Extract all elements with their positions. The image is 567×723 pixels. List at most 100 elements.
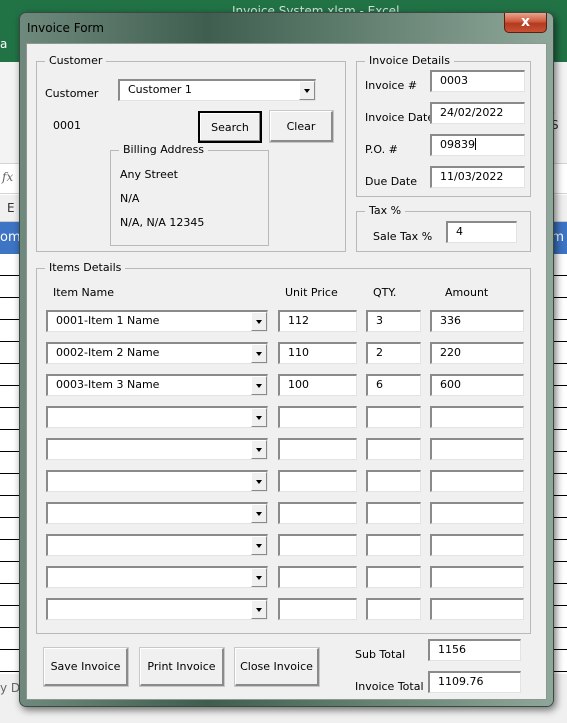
print-invoice-button[interactable]: Print Invoice (139, 647, 225, 687)
amount-input[interactable] (430, 534, 524, 556)
form-body: Customer Customer Customer 1 0001 Search… (26, 43, 547, 700)
amount-input[interactable] (430, 406, 524, 428)
chevron-down-icon[interactable] (251, 408, 267, 427)
chevron-down-icon[interactable] (299, 81, 315, 100)
clear-button[interactable]: Clear (269, 110, 334, 143)
amount-input[interactable]: 220 (430, 342, 524, 364)
item-name-header: Item Name (53, 286, 114, 299)
sheet-tab-fragment[interactable]: y D (0, 681, 20, 695)
amount-input[interactable] (430, 470, 524, 492)
invoice-date-label: Invoice Date (365, 111, 435, 124)
customer-select[interactable]: Customer 1 (118, 79, 316, 101)
billing-address-legend: Billing Address (119, 143, 209, 156)
chevron-down-icon[interactable] (251, 472, 267, 491)
chevron-down-icon[interactable] (251, 504, 267, 523)
qty-input[interactable]: 6 (366, 374, 421, 396)
sale-tax-input[interactable]: 4 (446, 221, 517, 243)
item-name-select[interactable] (46, 566, 268, 588)
unit-price-input[interactable]: 112 (278, 310, 357, 332)
chevron-down-icon[interactable] (251, 376, 267, 395)
unit-price-input[interactable] (278, 534, 357, 556)
item-name-value: 0001-Item 1 Name (56, 314, 160, 327)
item-name-select[interactable] (46, 406, 268, 428)
column-header-e[interactable]: E (7, 201, 15, 215)
qty-input[interactable]: 2 (366, 342, 421, 364)
chevron-down-icon[interactable] (251, 344, 267, 363)
amount-input[interactable] (430, 566, 524, 588)
unit-price-input[interactable] (278, 438, 357, 460)
due-date-input[interactable]: 11/03/2022 (430, 166, 525, 188)
invoice-total-field[interactable]: 1109.76 (428, 671, 521, 693)
customer-label: Customer (45, 87, 99, 100)
qty-input[interactable]: 3 (366, 310, 421, 332)
qty-input[interactable] (366, 438, 421, 460)
qty-input[interactable] (366, 598, 421, 620)
search-button[interactable]: Search (198, 111, 262, 143)
amount-input[interactable] (430, 598, 524, 620)
qty-input[interactable] (366, 566, 421, 588)
item-name-select[interactable] (46, 534, 268, 556)
po-number-label: P.O. # (365, 143, 398, 156)
po-number-value: 09839 (440, 138, 475, 151)
billing-line-1: Any Street (120, 168, 178, 181)
formula-fx-icon[interactable]: fx (2, 170, 13, 184)
unit-price-input[interactable] (278, 566, 357, 588)
qty-input[interactable] (366, 406, 421, 428)
qty-input[interactable] (366, 534, 421, 556)
customer-frame: Customer Customer Customer 1 0001 Search… (36, 54, 346, 252)
qty-input[interactable] (366, 502, 421, 524)
save-invoice-label: Save Invoice (50, 660, 121, 673)
amount-input[interactable]: 336 (430, 310, 524, 332)
unit-price-input[interactable] (278, 470, 357, 492)
chevron-down-icon[interactable] (251, 600, 267, 619)
excel-ribbon-tab-fragment[interactable]: a (0, 37, 7, 51)
close-window-button[interactable]: x (504, 13, 547, 33)
item-name-select[interactable]: 0002-Item 2 Name (46, 342, 268, 364)
item-name-select[interactable] (46, 470, 268, 492)
item-name-select[interactable]: 0003-Item 3 Name (46, 374, 268, 396)
subtotal-label: Sub Total (355, 648, 406, 661)
unit-price-input[interactable]: 110 (278, 342, 357, 364)
chevron-down-icon[interactable] (251, 440, 267, 459)
unit-price-input[interactable]: 100 (278, 374, 357, 396)
invoice-details-legend: Invoice Details (365, 54, 454, 67)
items-details-frame: Items Details Item Name Unit Price QTY. … (36, 261, 531, 634)
amount-input[interactable] (430, 502, 524, 524)
window-title: Invoice Form (27, 21, 104, 35)
unit-price-header: Unit Price (285, 286, 338, 299)
subtotal-field[interactable]: 1156 (428, 639, 521, 661)
unit-price-input[interactable] (278, 598, 357, 620)
amount-input[interactable] (430, 438, 524, 460)
qty-header: QTY. (373, 286, 397, 299)
unit-price-input[interactable] (278, 406, 357, 428)
item-name-select[interactable]: 0001-Item 1 Name (46, 310, 268, 332)
sale-tax-label: Sale Tax % (373, 230, 433, 243)
chevron-down-icon[interactable] (251, 536, 267, 555)
item-name-select[interactable] (46, 598, 268, 620)
chevron-down-icon[interactable] (251, 312, 267, 331)
qty-input[interactable] (366, 470, 421, 492)
tax-frame-legend: Tax % (365, 204, 406, 217)
unit-price-input[interactable] (278, 502, 357, 524)
item-name-select[interactable] (46, 438, 268, 460)
item-name-value: 0003-Item 3 Name (56, 378, 160, 391)
customer-select-value: Customer 1 (128, 83, 192, 96)
close-invoice-button[interactable]: Close Invoice (234, 647, 320, 687)
search-button-label: Search (211, 120, 249, 134)
invoice-form-window: Invoice Form x Customer Customer Custome… (19, 12, 554, 707)
amount-input[interactable]: 600 (430, 374, 524, 396)
billing-line-3: N/A, N/A 12345 (120, 216, 205, 229)
item-name-select[interactable] (46, 502, 268, 524)
po-number-input[interactable]: 09839 (430, 134, 525, 156)
chevron-down-icon[interactable] (251, 568, 267, 587)
table-header-fragment-left: om (0, 230, 21, 245)
invoice-total-label: Invoice Total (355, 680, 424, 693)
items-details-legend: Items Details (45, 261, 126, 274)
text-caret (475, 138, 476, 150)
invoice-number-input[interactable]: 0003 (430, 70, 525, 92)
due-date-label: Due Date (365, 175, 417, 188)
save-invoice-button[interactable]: Save Invoice (43, 647, 129, 687)
billing-address-frame: Billing Address Any Street N/A N/A, N/A … (110, 143, 269, 246)
item-name-value: 0002-Item 2 Name (56, 346, 160, 359)
invoice-date-input[interactable]: 24/02/2022 (430, 102, 525, 124)
